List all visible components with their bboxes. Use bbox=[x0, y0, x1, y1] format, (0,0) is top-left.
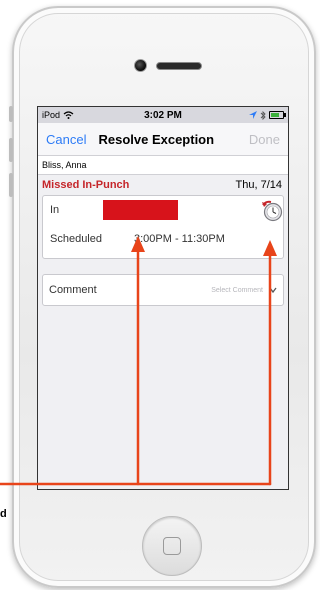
comment-row[interactable]: Comment Select Comment bbox=[42, 274, 284, 306]
exception-header: Missed In-Punch Thu, 7/14 bbox=[38, 175, 288, 195]
punch-card: In Scheduled 3:00PM - 11:30PM bbox=[42, 195, 284, 259]
volume-down-button bbox=[9, 173, 13, 197]
front-camera bbox=[134, 59, 147, 72]
battery-icon bbox=[269, 111, 286, 119]
clock-reset-icon[interactable] bbox=[261, 200, 283, 222]
annotation-text-fragment: d bbox=[0, 508, 7, 520]
select-comment-placeholder[interactable]: Select Comment bbox=[211, 287, 263, 294]
home-square-icon bbox=[163, 537, 181, 555]
mute-switch bbox=[9, 106, 13, 122]
in-punch-label: In bbox=[50, 204, 60, 216]
status-time: 3:02 PM bbox=[144, 109, 182, 121]
done-button[interactable]: Done bbox=[249, 132, 288, 147]
cancel-button[interactable]: Cancel bbox=[38, 132, 86, 147]
navigation-bar: Cancel Resolve Exception Done bbox=[38, 123, 288, 156]
chevron-down-icon[interactable] bbox=[269, 286, 277, 294]
earpiece-speaker bbox=[156, 62, 202, 70]
employee-name-row: Bliss, Anna bbox=[38, 156, 288, 175]
exception-type: Missed In-Punch bbox=[42, 179, 130, 191]
home-button[interactable] bbox=[142, 516, 202, 576]
page-title: Resolve Exception bbox=[98, 131, 215, 147]
phone-screen: iPod 3:02 PM Cancel Resolve Exception Do… bbox=[37, 106, 289, 490]
exception-date: Thu, 7/14 bbox=[235, 179, 282, 191]
in-punch-time-field[interactable] bbox=[103, 200, 178, 220]
scheduled-label: Scheduled bbox=[50, 233, 102, 245]
comment-label: Comment bbox=[49, 284, 97, 296]
scheduled-value: 3:00PM - 11:30PM bbox=[134, 233, 225, 245]
volume-up-button bbox=[9, 138, 13, 162]
employee-name: Bliss, Anna bbox=[42, 160, 87, 170]
status-bar: iPod 3:02 PM bbox=[38, 107, 288, 123]
